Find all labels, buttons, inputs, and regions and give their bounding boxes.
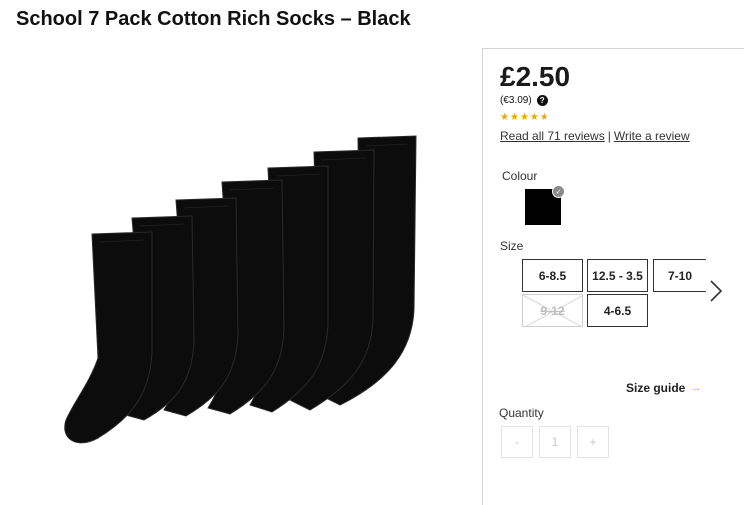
write-review-link[interactable]: Write a review [614,129,690,143]
help-icon[interactable]: ? [536,95,548,106]
size-option[interactable]: 7-10 [653,259,706,292]
size-option-label: 7-10 [667,268,693,283]
socks-image [64,135,417,444]
size-option-label: 12.5 - 3.5 [592,268,643,283]
size-option-unavailable[interactable]: 9-12 [522,294,583,327]
star-icon: ★ [509,112,520,123]
star-icon: ★ [529,112,540,123]
rating-stars: ★★★★★ [500,112,550,123]
size-label: Size [500,239,524,253]
size-option-label: 4-6.5 [603,303,632,318]
read-reviews-link[interactable]: Read all 71 reviews [500,129,605,143]
size-guide-label: Size guide [626,381,686,395]
size-option-label: 9-12 [540,303,565,318]
colour-label: Colour [502,169,538,183]
size-option[interactable]: 4-6.5 [587,294,648,327]
chevron-right-icon[interactable] [709,279,723,308]
star-icon: ★ [500,112,510,123]
size-option[interactable]: 6-8.5 [522,259,583,292]
product-title: School 7 Pack Cotton Rich Socks – Black [16,8,411,30]
quantity-minus-button[interactable]: - [501,426,533,458]
half-star-icon: ★ [539,112,550,123]
size-option-label: 6-8.5 [538,268,567,283]
chevron-right-svg [710,280,723,302]
price: £2.50 [500,61,571,92]
product-image [40,120,430,465]
size-guide-link[interactable]: Size guide → [626,381,701,395]
arrow-right-icon: → [690,382,702,394]
reviews-links: Read all 71 reviews | Write a review [500,129,690,143]
product-details-panel: £2.50 (€3.09) ? ★★★★★ Read all 71 review… [482,48,744,505]
size-option[interactable]: 12.5 - 3.5 [587,259,648,292]
quantity-label: Quantity [499,406,544,420]
separator: | [607,129,611,143]
check-icon: ✓ [552,185,565,198]
euro-price: (€3.09) ? [500,95,548,106]
quantity-plus-button[interactable]: + [577,426,609,458]
star-icon: ★ [519,112,530,123]
colour-swatch-black[interactable]: ✓ [525,185,565,225]
euro-price-value: (€3.09) [500,95,532,106]
quantity-input[interactable]: 1 [539,426,571,458]
